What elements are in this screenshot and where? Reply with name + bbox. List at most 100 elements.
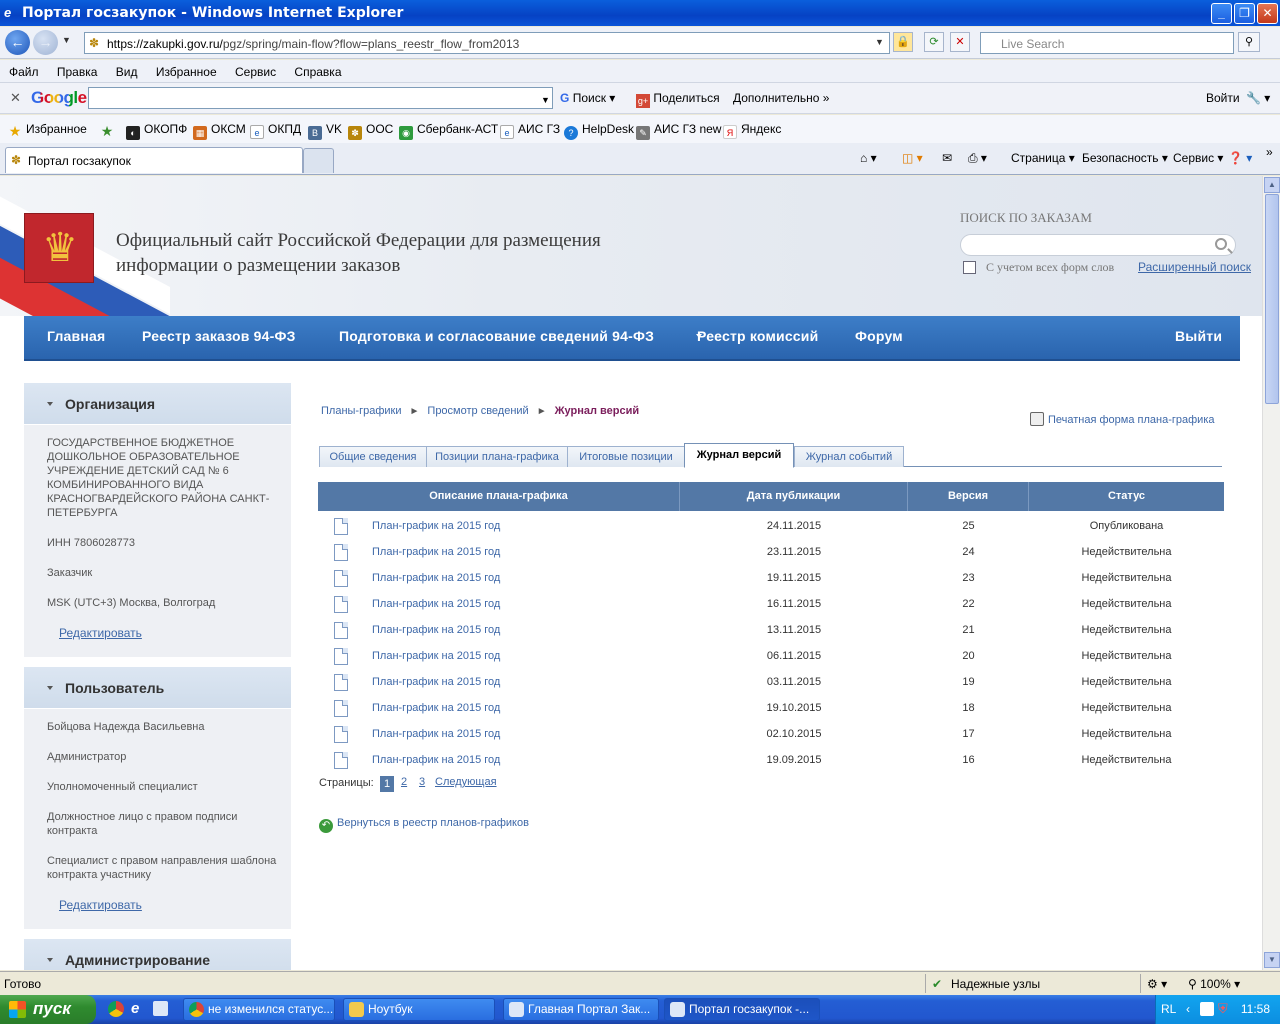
mail-icon[interactable]: ✉: [942, 151, 952, 165]
fav-oos[interactable]: ✽ ООС: [348, 122, 393, 140]
help-icon[interactable]: ❓ ▾: [1228, 151, 1252, 165]
fav-helpdesk[interactable]: ? HelpDesk: [564, 122, 634, 140]
maximize-button[interactable]: ❐: [1234, 3, 1255, 24]
fav-okpd[interactable]: e ОКПД: [250, 122, 301, 139]
plan-description-link[interactable]: План-график на 2015 год: [372, 546, 500, 558]
back-to-registry-link[interactable]: ↶ Вернуться в реестр планов-графиков: [319, 817, 529, 833]
next-page-link[interactable]: Следующая: [435, 776, 497, 792]
page-1[interactable]: 1: [380, 776, 394, 792]
google-search-button[interactable]: G Поиск ▾: [560, 91, 615, 105]
favorites-button[interactable]: ★ Избранное: [8, 122, 87, 138]
nav-home[interactable]: Главная: [47, 328, 105, 344]
plan-description-link[interactable]: План-график на 2015 год: [372, 754, 500, 766]
menu-favorites[interactable]: Избранное: [147, 60, 223, 79]
browser-tab-active[interactable]: ✽ Портал госзакупок: [5, 147, 303, 173]
zoom-control[interactable]: ⚲ 100% ▾: [1188, 977, 1240, 991]
page-scrollbar[interactable]: ▲ ▼: [1262, 176, 1280, 970]
lock-icon[interactable]: 🔒: [893, 32, 913, 52]
nav-commissions[interactable]: Реестр комиссий: [697, 328, 818, 344]
start-button[interactable]: пуск: [0, 995, 96, 1024]
plan-description-link[interactable]: План-график на 2015 год: [372, 598, 500, 610]
nav-orders-registry[interactable]: Реестр заказов 94-ФЗ: [142, 328, 296, 344]
menu-tools[interactable]: Сервис: [226, 60, 282, 79]
antivirus-icon[interactable]: ⛨: [1218, 1001, 1228, 1017]
google-search-dropdown-icon[interactable]: ▼: [541, 95, 550, 105]
fav-okopf[interactable]: ◐ ОКОПФ: [126, 122, 187, 140]
forward-button[interactable]: →: [33, 30, 58, 55]
nav-preparation[interactable]: Подготовка и согласование сведений 94-ФЗ: [339, 328, 654, 344]
add-favorite-icon[interactable]: ★: [100, 122, 118, 138]
page-2[interactable]: 2: [401, 776, 407, 792]
plan-description-link[interactable]: План-график на 2015 год: [372, 624, 500, 636]
tray-arrow-icon[interactable]: ‹: [1186, 1002, 1190, 1016]
admin-panel-header[interactable]: Администрирование: [24, 939, 291, 970]
stop-icon[interactable]: ✕: [950, 32, 970, 52]
address-dropdown-icon[interactable]: ▼: [875, 37, 884, 47]
fav-vk[interactable]: B VK: [308, 122, 342, 140]
user-panel-header[interactable]: Пользователь: [24, 667, 291, 709]
collapse-icon[interactable]: [47, 402, 53, 406]
protected-mode-icon[interactable]: ⚙ ▾: [1147, 977, 1167, 991]
menu-file[interactable]: Файл: [0, 60, 45, 79]
fav-yandex[interactable]: Я Яндекс: [723, 122, 781, 139]
menu-view[interactable]: Вид: [107, 60, 144, 79]
back-button[interactable]: ←: [5, 30, 30, 55]
plan-description-link[interactable]: План-график на 2015 год: [372, 520, 500, 532]
language-indicator[interactable]: RL: [1161, 1002, 1176, 1016]
more-button[interactable]: Дополнительно »: [733, 91, 829, 105]
tab-plan-positions[interactable]: Позиции плана-графика: [426, 446, 568, 467]
minimize-button[interactable]: _: [1211, 3, 1232, 24]
fav-sberbank[interactable]: ◉ Сбербанк-АСТ: [399, 122, 498, 140]
plan-description-link[interactable]: План-график на 2015 год: [372, 650, 500, 662]
breadcrumb-view[interactable]: Просмотр сведений: [427, 405, 528, 417]
safety-menu[interactable]: Безопасность ▾: [1082, 151, 1168, 165]
tools-menu[interactable]: Сервис ▾: [1173, 151, 1223, 165]
advanced-search-link[interactable]: Расширенный поиск: [1138, 260, 1251, 274]
network-icon[interactable]: [1200, 1002, 1214, 1016]
fav-ais-gz-new[interactable]: ✎ АИС ГЗ new: [636, 122, 721, 140]
scroll-thumb[interactable]: [1265, 194, 1279, 404]
search-icon[interactable]: [1215, 238, 1227, 250]
menu-edit[interactable]: Правка: [48, 60, 104, 79]
task-ie-main[interactable]: Главная Портал Зак...: [503, 998, 659, 1021]
refresh-icon[interactable]: ⟳: [924, 32, 944, 52]
breadcrumb-plans[interactable]: Планы-графики: [321, 405, 402, 417]
history-dropdown-icon[interactable]: ▼: [62, 35, 71, 45]
search-icon[interactable]: ⚲: [1238, 32, 1260, 52]
print-icon[interactable]: ⎙ ▾: [968, 151, 987, 166]
menu-help[interactable]: Справка: [285, 60, 347, 79]
close-toolbar-icon[interactable]: ✕: [10, 90, 21, 106]
task-folder[interactable]: Ноутбук: [343, 998, 495, 1021]
edit-organization-link[interactable]: Редактировать: [59, 626, 142, 640]
plan-description-link[interactable]: План-график на 2015 год: [372, 728, 500, 740]
print-form-link[interactable]: Печатная форма плана-графика: [1030, 412, 1215, 426]
plan-description-link[interactable]: План-график на 2015 год: [372, 702, 500, 714]
ie-quicklaunch-icon[interactable]: e: [131, 1000, 139, 1017]
task-ie-active[interactable]: Портал госзакупок -...: [664, 998, 820, 1021]
new-tab-button[interactable]: [303, 148, 334, 173]
edit-user-link[interactable]: Редактировать: [59, 898, 142, 912]
task-chrome[interactable]: не изменился статус...: [183, 998, 335, 1021]
tab-total-positions[interactable]: Итоговые позиции: [567, 446, 685, 467]
nav-forum[interactable]: Форум: [855, 328, 903, 344]
live-search-input[interactable]: Live Search: [980, 32, 1234, 54]
more-chevron-icon[interactable]: »: [1266, 145, 1273, 159]
share-button[interactable]: g+ Поделиться: [636, 91, 720, 108]
page-menu[interactable]: Страница ▾: [1011, 151, 1075, 165]
tab-version-log[interactable]: Журнал версий: [684, 443, 794, 468]
nav-logout[interactable]: Выйти: [1175, 328, 1222, 344]
login-button[interactable]: Войти: [1206, 91, 1240, 105]
close-button[interactable]: ✕: [1257, 3, 1278, 24]
tab-event-log[interactable]: Журнал событий: [794, 446, 904, 467]
fav-ais-gz[interactable]: e АИС ГЗ: [500, 122, 560, 139]
scroll-up-icon[interactable]: ▲: [1264, 177, 1280, 193]
address-bar[interactable]: ✽ https://zakupki.gov.ru/pgz/spring/main…: [84, 32, 890, 54]
plan-description-link[interactable]: План-график на 2015 год: [372, 572, 500, 584]
desktop-quicklaunch-icon[interactable]: [153, 1001, 168, 1016]
collapse-icon[interactable]: [47, 958, 53, 962]
home-icon[interactable]: ⌂ ▾: [860, 151, 877, 165]
feeds-icon[interactable]: ◫ ▾: [902, 151, 923, 165]
google-search-input[interactable]: [88, 87, 553, 109]
tab-general-info[interactable]: Общие сведения: [319, 446, 427, 467]
wrench-icon[interactable]: 🔧 ▾: [1246, 91, 1270, 105]
